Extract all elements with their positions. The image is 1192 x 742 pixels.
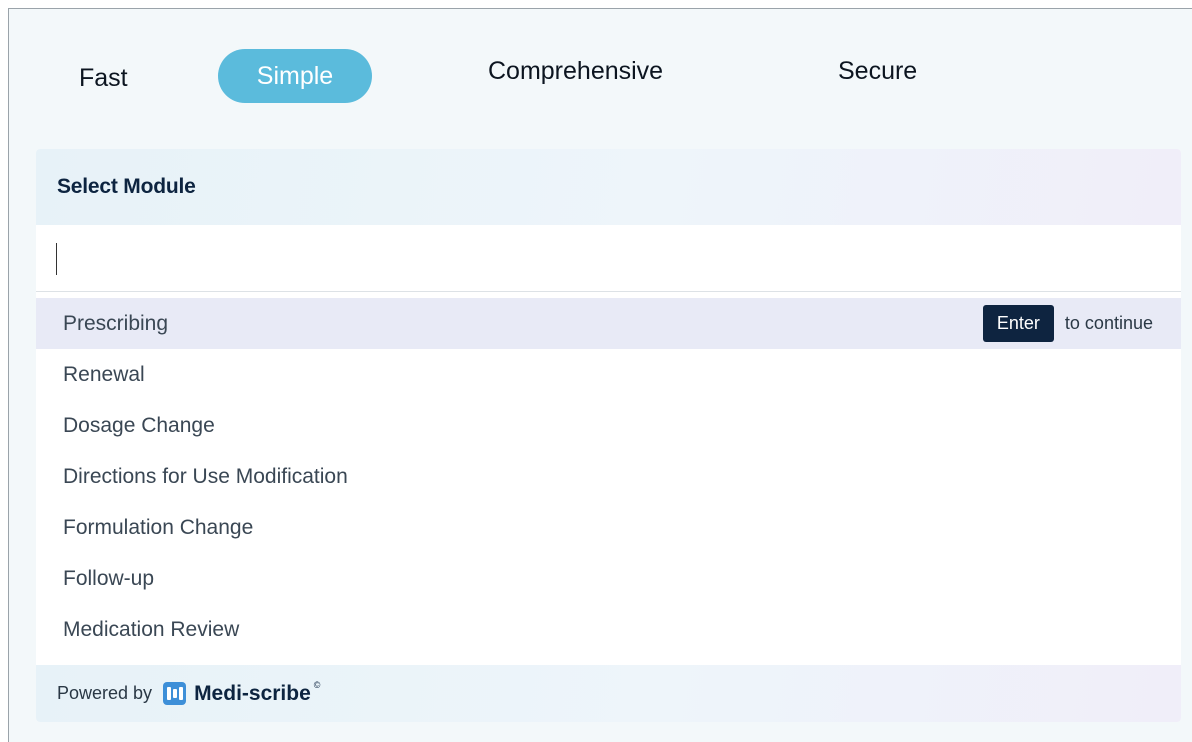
tab-comprehensive[interactable]: Comprehensive (488, 44, 663, 98)
list-item-label: Renewal (63, 363, 145, 386)
search-row (36, 225, 1181, 292)
text-caret (56, 243, 57, 275)
list-item-label: Dosage Change (63, 414, 215, 437)
list-item-label: Follow-up (63, 567, 155, 590)
app-frame: Fast Simple Comprehensive Secure Select … (8, 8, 1192, 742)
module-item-follow-up[interactable]: Follow-up (36, 553, 1181, 604)
module-item-renewal[interactable]: Renewal (36, 349, 1181, 400)
module-item-medication-review[interactable]: Medication Review (36, 604, 1181, 655)
list-item-label: Formulation Change (63, 516, 254, 539)
module-item-dosage-change[interactable]: Dosage Change (36, 400, 1181, 451)
powered-by-footer: Powered by Medi-scribe © (36, 665, 1181, 722)
panel-header: Select Module (36, 149, 1181, 225)
tab-simple[interactable]: Simple (218, 49, 372, 103)
medi-scribe-logo-icon (163, 682, 187, 705)
brand-name: Medi-scribe (194, 681, 311, 705)
copyright-mark: © (313, 679, 321, 690)
list-item-label: Medication Review (63, 618, 240, 641)
panel-title: Select Module (57, 175, 196, 198)
feature-tabs: Fast Simple Comprehensive Secure (9, 9, 1192, 149)
enter-key-badge: Enter (982, 305, 1054, 342)
list-item-label: Prescribing (63, 312, 169, 335)
module-item-formulation-change[interactable]: Formulation Change (36, 502, 1181, 553)
module-item-prescribing[interactable]: Prescribing Enter to continue (36, 298, 1181, 349)
enter-hint: Enter to continue (982, 298, 1153, 349)
hint-text: to continue (1064, 313, 1153, 333)
module-search-input[interactable] (36, 225, 1181, 291)
list-item-label: Directions for Use Modification (63, 465, 348, 488)
tab-secure[interactable]: Secure (838, 44, 917, 98)
module-item-directions-modification[interactable]: Directions for Use Modification (36, 451, 1181, 502)
module-select-panel: Select Module Prescribing Enter to conti… (36, 149, 1181, 722)
tab-fast[interactable]: Fast (79, 51, 128, 105)
powered-by-text: Powered by (57, 683, 153, 703)
module-list: Prescribing Enter to continue Renewal Do… (36, 292, 1181, 655)
